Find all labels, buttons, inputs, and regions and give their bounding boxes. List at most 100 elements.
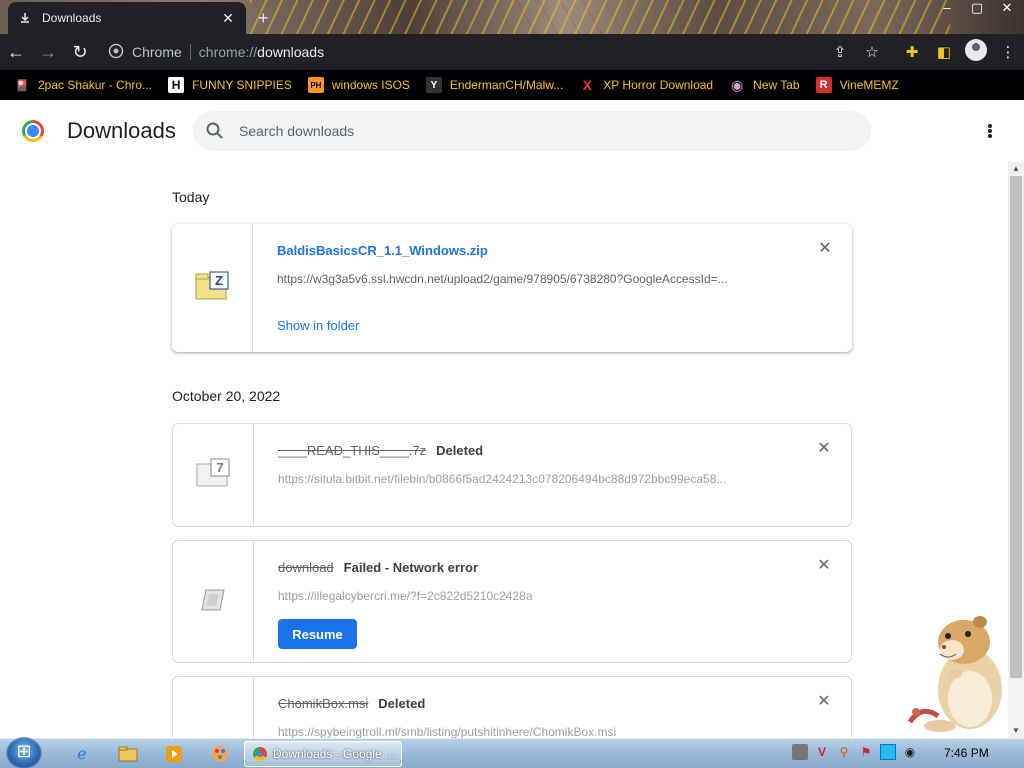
tray-v-icon[interactable]: V [814,744,830,760]
bookmark-windows-isos[interactable]: PH windows ISOS [307,77,410,93]
new-tab-button[interactable]: + [258,8,269,29]
window-close-button[interactable]: ✕ [998,0,1016,16]
system-tray: V ⚲ ⚑ ◉ [792,744,918,760]
window-controls: – ▢ ✕ [938,0,1016,16]
tab-downloads[interactable]: Downloads ✕ [8,2,246,34]
tray-display-icon[interactable] [880,744,896,760]
bookmark-xp-horror[interactable]: X XP Horror Download [579,77,714,93]
file-name: download [278,560,334,575]
search-downloads-input[interactable] [239,123,839,139]
bookmark-vinememz[interactable]: R VineMEMZ [815,77,899,93]
back-button[interactable]: ← [0,36,32,68]
download-url[interactable]: https://w3g3a5v6.ssl.hwcdn.net/upload2/g… [277,272,792,286]
maximize-button[interactable]: ▢ [968,0,986,16]
media-player-icon[interactable] [162,742,186,766]
file-icon-column [173,677,254,738]
bookmark-label: windows ISOS [331,78,410,92]
remove-item-icon[interactable]: ✕ [817,694,831,710]
svg-text:Z: Z [215,273,223,288]
tray-app-icon[interactable] [792,744,808,760]
7z-file-icon: 7 [196,458,230,493]
scroll-up-icon[interactable]: ▲ [1008,162,1024,176]
hamster-desktop-pet[interactable] [900,614,1010,738]
side-panel-icon[interactable]: ◧ [928,43,960,61]
page-scrollbar[interactable]: ▲ ▼ [1008,162,1024,738]
bookmark-funny-snippies[interactable]: H FUNNY SNIPPIES [168,77,292,93]
wallpaper-graffiti [250,0,950,34]
tray-volume-icon[interactable]: ◉ [902,744,918,760]
address-bar[interactable]: Chrome chrome://downloads ⇪ ☆ [108,37,888,67]
remove-item-icon[interactable]: ✕ [818,241,832,257]
status-label: Failed - Network error [343,560,479,575]
status-label: Deleted [378,696,426,711]
reload-button[interactable]: ↻ [64,36,96,68]
title-bar: Downloads ✕ + – ▢ ✕ [0,0,1024,34]
resume-button[interactable]: Resume [278,619,357,649]
remove-item-icon[interactable]: ✕ [817,441,831,457]
start-button[interactable] [6,737,42,768]
internet-explorer-icon[interactable]: ℯ [70,742,94,766]
bookmark-2pac[interactable]: 🎴 2pac Shakur - Chro... [14,77,152,93]
bookmark-star-icon[interactable]: ☆ [856,43,888,61]
section-date: October 20, 2022 [172,388,281,404]
file-icon-column: Z [172,224,253,352]
bookmark-label: EndermanCH/Malw... [449,78,564,92]
bookmark-label: XP Horror Download [603,78,714,92]
forward-button[interactable]: → [32,36,64,68]
taskbar-chrome-window[interactable]: Downloads - Google ... [244,741,402,767]
chrome-logo-icon [22,120,44,142]
download-item: Z BaldisBasicsCR_1.1_Windows.zip https:/… [172,224,852,352]
more-actions-icon[interactable] [982,120,998,142]
zip-file-icon: Z [195,271,229,306]
github-favicon-icon: Y [425,77,442,93]
extensions-icon[interactable]: ✚ [896,43,928,61]
download-url[interactable]: https://illegalcybercri.me/?f=2c822d5210… [278,589,791,603]
tab-close-icon[interactable]: ✕ [220,10,236,27]
minimize-button[interactable]: – [938,0,956,16]
bookmark-label: 2pac Shakur - Chro... [38,78,153,92]
download-item: ChomikBox.msi Deleted https://spybeingtro… [172,676,852,738]
x-favicon-icon: X [582,77,592,93]
share-icon[interactable]: ⇪ [824,43,856,61]
file-explorer-icon[interactable] [116,742,140,766]
bookmark-label: FUNNY SNIPPIES [192,78,292,92]
bookmark-label: New Tab [753,78,800,92]
bookmark-endermanch[interactable]: Y EndermanCH/Malw... [425,77,564,93]
chrome-icon [253,747,267,761]
ph-favicon-icon: PH [307,77,324,93]
file-name-link[interactable]: BaldisBasicsCR_1.1_Windows.zip [277,243,488,258]
bookmarks-bar: 🎴 2pac Shakur - Chro... H FUNNY SNIPPIES… [0,70,1024,100]
svg-text:7: 7 [216,460,223,475]
scrollbar-thumb[interactable] [1010,176,1022,678]
show-in-folder-link[interactable]: Show in folder [277,318,359,333]
download-item: download Failed - Network error https://i… [172,540,852,663]
chrome-page-icon [108,43,124,62]
omnibox-divider [189,44,191,60]
windows-taskbar: ℯ Downloads - Google ... V ⚲ ⚑ ◉ 7:46 PM [0,737,1024,768]
chrome-menu-icon[interactable]: ⋮ [992,43,1024,61]
download-details: BaldisBasicsCR_1.1_Windows.zip https://w… [277,242,792,335]
profile-avatar[interactable] [960,39,992,65]
download-details: ____READ_THIS____.7z Deleted https://situ… [278,442,791,486]
remove-item-icon[interactable]: ✕ [817,558,831,574]
download-url[interactable]: https://situla.bitbit.net/filebin/b0866f… [278,472,791,486]
bookmark-new-tab[interactable]: ◉ New Tab [729,76,800,93]
downloads-header: Downloads [0,100,1024,162]
url-scheme: chrome:// [198,44,258,60]
file-icon-column [173,541,254,662]
download-url[interactable]: https://spybeingtroll.ml/smb/listing/put… [278,725,791,738]
2pac-favicon-icon: 🎴 [15,79,29,92]
taskbar-clock[interactable]: 7:46 PM [944,746,989,760]
scroll-down-icon[interactable]: ▼ [1008,724,1024,738]
download-icon [18,11,32,25]
tab-title: Downloads [42,11,102,25]
tray-flag-icon[interactable]: ⚑ [858,744,874,760]
taskbar-task-label: Downloads - Google ... [273,747,396,761]
site-label: Chrome [132,44,182,60]
download-details: ChomikBox.msi Deleted https://spybeingtro… [278,695,791,738]
h-favicon-icon: H [168,77,185,93]
tray-search-icon[interactable]: ⚲ [836,744,852,760]
globe-favicon-icon: ◉ [731,76,744,93]
download-item: 7 ____READ_THIS____.7z Deleted https://si… [172,423,852,527]
paint-icon[interactable] [208,742,232,766]
